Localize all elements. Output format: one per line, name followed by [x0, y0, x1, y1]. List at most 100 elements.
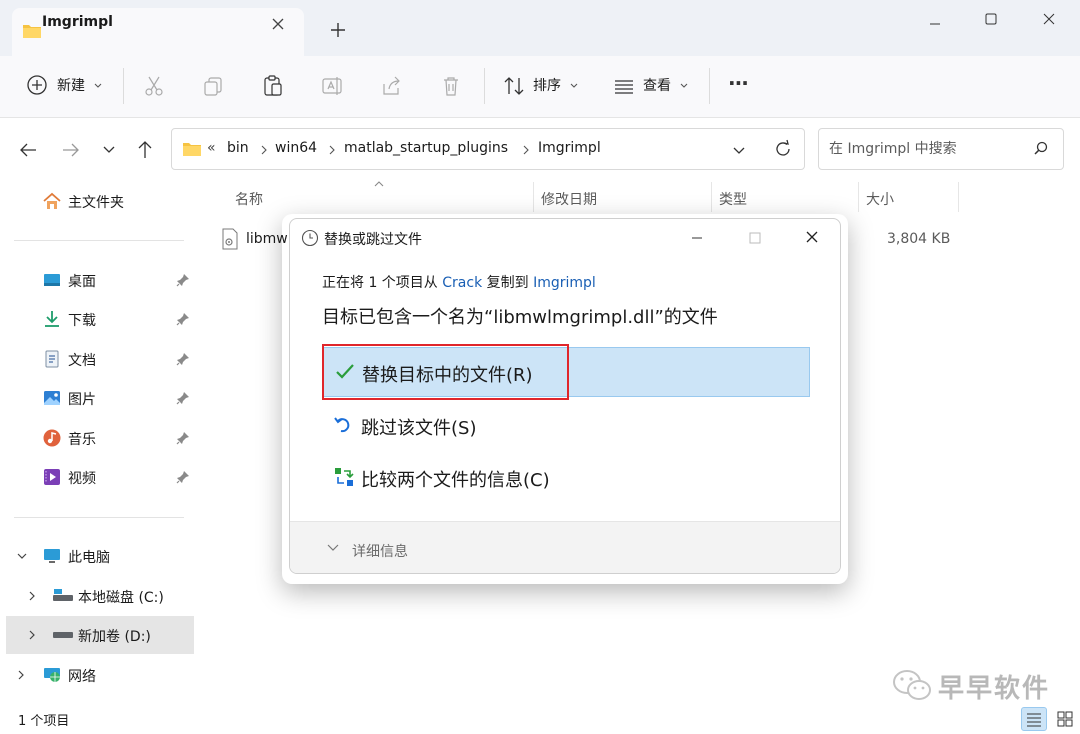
chevron-right-icon[interactable]: [259, 144, 269, 156]
pin-icon[interactable]: [176, 391, 190, 405]
toolbar-separator: [709, 68, 710, 104]
sidebar-divider: [14, 517, 184, 518]
chevron-right-icon[interactable]: [327, 144, 337, 156]
tiles-view-button[interactable]: [1052, 707, 1078, 731]
chevron-down-icon[interactable]: [16, 551, 28, 561]
sidebar-item-label: 主文件夹: [68, 195, 124, 211]
new-plus-icon[interactable]: [26, 74, 50, 98]
chevron-down-icon: [93, 82, 103, 90]
sidebar-item-network[interactable]: 网络: [0, 657, 194, 693]
sidebar-item-drive-d[interactable]: 新加卷 (D:): [6, 616, 194, 654]
source-folder-link[interactable]: Crack: [442, 275, 482, 291]
breadcrumb-overflow[interactable]: «: [207, 140, 216, 156]
sidebar-item-videos[interactable]: 视频: [0, 459, 194, 495]
sidebar-item-label: 本地磁盘 (C:): [78, 590, 164, 606]
sort-icon[interactable]: [502, 74, 526, 98]
column-header-date[interactable]: 修改日期: [541, 189, 597, 209]
pin-icon[interactable]: [176, 312, 190, 326]
column-header-name[interactable]: 名称: [235, 189, 263, 209]
new-button[interactable]: 新建: [57, 75, 85, 95]
address-bar[interactable]: « bin win64 matlab_startup_plugins Imgri…: [171, 128, 805, 170]
sidebar-item-label: 图片: [68, 392, 96, 408]
column-divider[interactable]: [958, 182, 959, 212]
pin-icon[interactable]: [176, 352, 190, 366]
more-options-button[interactable]: ···: [728, 71, 749, 95]
column-header-size[interactable]: 大小: [866, 189, 894, 209]
column-divider[interactable]: [711, 182, 712, 212]
copy-icon[interactable]: [201, 74, 225, 98]
tab-close-icon[interactable]: [268, 14, 288, 34]
destination-folder-link[interactable]: Imgrimpl: [533, 275, 596, 291]
search-box[interactable]: [818, 128, 1064, 170]
close-window-icon[interactable]: [1026, 8, 1072, 40]
pin-icon[interactable]: [176, 470, 190, 484]
dialog-title: 替换或跳过文件: [324, 232, 422, 248]
search-icon[interactable]: [1033, 141, 1049, 157]
breadcrumb-win64[interactable]: win64: [275, 140, 317, 156]
sidebar-item-drive-c[interactable]: 本地磁盘 (C:): [0, 578, 194, 614]
computer-icon: [42, 546, 62, 566]
back-arrow-icon[interactable]: [16, 138, 40, 162]
chevron-right-icon[interactable]: [27, 590, 37, 602]
sidebar-item-label: 文档: [68, 353, 96, 369]
skip-file-option[interactable]: 跳过该文件(S): [322, 401, 810, 451]
view-icon[interactable]: [612, 74, 636, 98]
toolbar-separator: [123, 68, 124, 104]
chevron-right-icon[interactable]: [27, 629, 37, 641]
skip-file-label: 跳过该文件(S): [361, 418, 477, 439]
chevron-down-icon[interactable]: [730, 141, 748, 159]
sidebar-item-music[interactable]: 音乐: [0, 420, 194, 456]
more-details-toggle[interactable]: 详细信息: [352, 541, 408, 561]
new-tab-icon[interactable]: [326, 18, 350, 42]
highlight-outline: [322, 344, 569, 400]
breadcrumb-bin[interactable]: bin: [227, 140, 249, 156]
video-icon: [42, 467, 62, 487]
column-header-type[interactable]: 类型: [719, 189, 747, 209]
copy-status-prefix: 正在将 1 个项目从: [322, 275, 443, 291]
column-divider[interactable]: [858, 182, 859, 212]
chevron-right-icon[interactable]: [16, 669, 26, 681]
sidebar-item-pictures[interactable]: 图片: [0, 380, 194, 416]
rename-icon[interactable]: [321, 74, 345, 98]
sidebar-item-downloads[interactable]: 下载: [0, 301, 194, 337]
sidebar-item-this-pc[interactable]: 此电脑: [0, 538, 194, 574]
sidebar-item-desktop[interactable]: 桌面: [0, 262, 194, 298]
conflict-message: 目标已包含一个名为“libmwlmgrimpl.dll”的文件: [322, 307, 718, 328]
sidebar-item-documents[interactable]: 文档: [0, 341, 194, 377]
cut-icon[interactable]: [142, 74, 166, 98]
refresh-icon[interactable]: [772, 138, 794, 160]
sidebar-item-home[interactable]: 主文件夹: [0, 183, 194, 219]
column-divider[interactable]: [533, 182, 534, 212]
dll-file-icon: [221, 228, 239, 250]
breadcrumb-matlab-startup-plugins[interactable]: matlab_startup_plugins: [344, 140, 508, 156]
minimize-icon[interactable]: [912, 8, 958, 40]
sidebar-item-label: 音乐: [68, 432, 96, 448]
compare-files-option[interactable]: 比较两个文件的信息(C): [322, 453, 810, 503]
pin-icon[interactable]: [176, 273, 190, 287]
dialog-minimize-icon[interactable]: [686, 228, 708, 248]
dialog-close-icon[interactable]: [801, 228, 823, 248]
sidebar-divider: [14, 240, 184, 241]
sidebar-item-label: 下载: [68, 313, 96, 329]
document-icon: [42, 349, 62, 369]
dialog-maximize-icon: [744, 228, 766, 248]
sort-button[interactable]: 排序: [533, 75, 561, 95]
view-button[interactable]: 查看: [643, 75, 671, 95]
maximize-icon[interactable]: [968, 8, 1014, 40]
pin-icon[interactable]: [176, 431, 190, 445]
search-input[interactable]: [829, 139, 1029, 159]
compare-icon: [333, 466, 355, 488]
drive-icon: [52, 627, 74, 643]
delete-icon[interactable]: [439, 74, 463, 98]
forward-arrow-icon[interactable]: [59, 138, 83, 162]
chevron-down-icon[interactable]: [326, 542, 340, 554]
details-view-button[interactable]: [1021, 707, 1047, 731]
paste-icon[interactable]: [261, 74, 285, 98]
breadcrumb-imgrimpl[interactable]: Imgrimpl: [538, 140, 601, 156]
toolbar-separator: [484, 68, 485, 104]
recent-locations-icon[interactable]: [100, 140, 118, 158]
chevron-right-icon[interactable]: [521, 144, 531, 156]
share-icon[interactable]: [380, 74, 404, 98]
up-arrow-icon[interactable]: [133, 137, 157, 161]
download-icon: [42, 309, 62, 329]
